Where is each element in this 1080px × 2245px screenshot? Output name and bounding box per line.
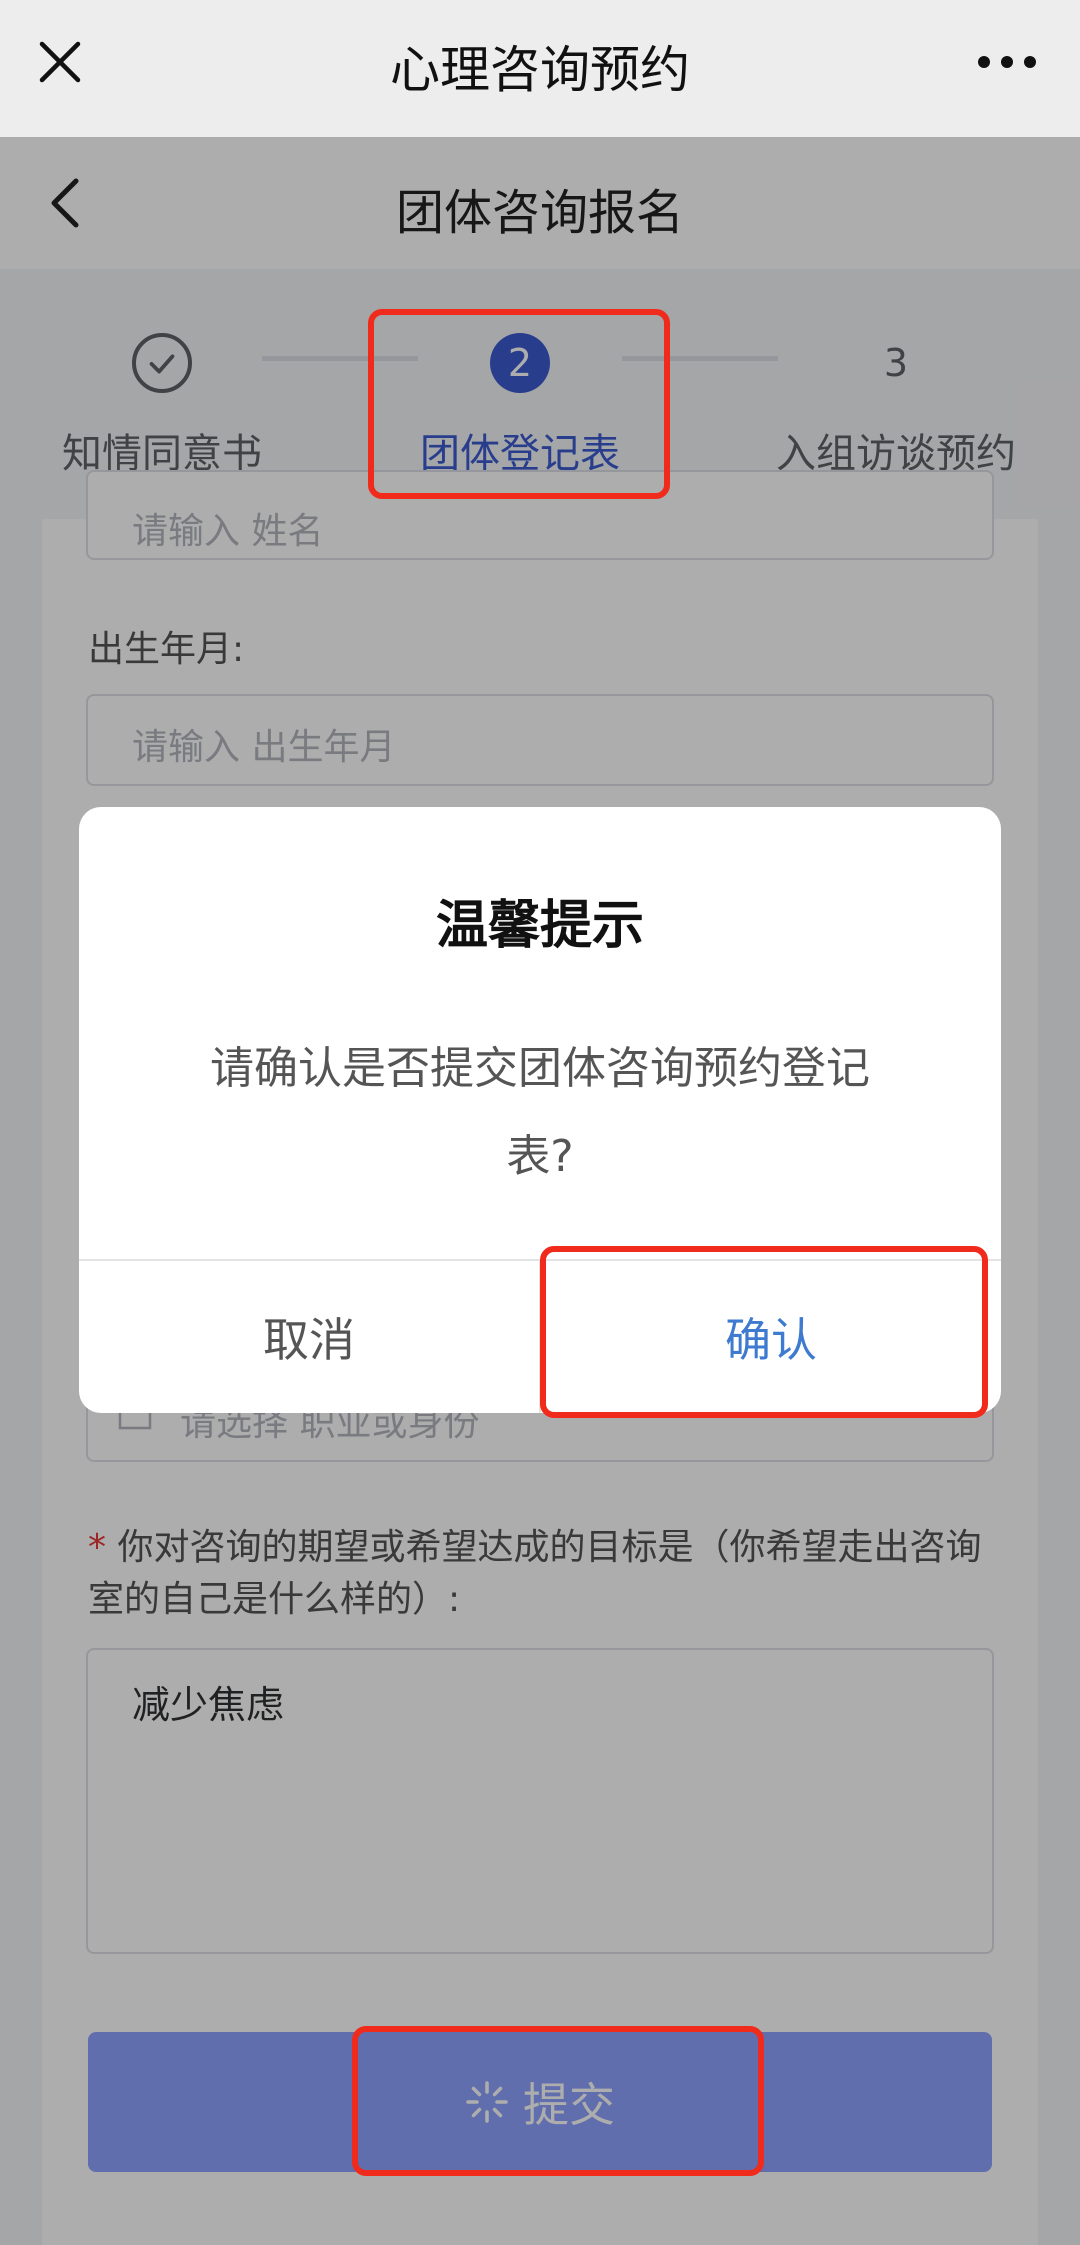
cancel-button[interactable]: 取消: [79, 1261, 541, 1413]
highlight-step2: [368, 309, 670, 499]
highlight-confirm: [540, 1246, 988, 1418]
dialog-title: 温馨提示: [435, 896, 644, 956]
more-icon[interactable]: [978, 56, 1036, 70]
dialog-message: 请确认是否提交团体咨询预约登记表?: [210, 1043, 870, 1182]
wechat-page-title: 心理咨询预约: [390, 41, 690, 99]
highlight-submit: [352, 2026, 764, 2176]
wechat-title-bar: 心理咨询预约: [0, 0, 1080, 137]
